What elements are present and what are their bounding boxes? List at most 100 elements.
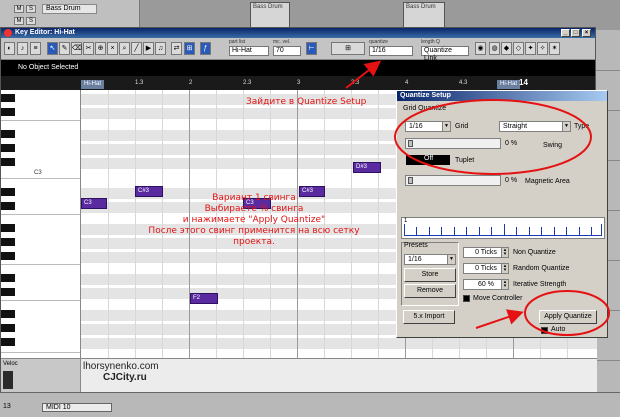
move-controller-label: Move Controller xyxy=(473,295,523,302)
draw-icon[interactable]: ✎ xyxy=(59,42,70,55)
magnetic-slider-handle[interactable] xyxy=(408,177,413,184)
tool-5-icon[interactable]: ✶ xyxy=(549,42,560,55)
quantize-grid-display[interactable]: 1 xyxy=(401,217,605,239)
import-button[interactable]: 5.x Import xyxy=(403,310,455,324)
tool-4-icon[interactable]: ✧ xyxy=(537,42,548,55)
object-selection-icon[interactable]: ↖ xyxy=(47,42,58,55)
annotation-line: и нажимаете "Apply Quantize" xyxy=(182,215,326,225)
solo-button-2[interactable]: S xyxy=(26,17,36,25)
annotation-line: После этого свинг применится на всю сетк… xyxy=(148,226,360,247)
glue-icon[interactable]: ⊕ xyxy=(95,42,106,55)
note-dsharp3[interactable]: D#3 xyxy=(353,162,381,173)
spin-arrows-icon[interactable]: ▴ ▾ xyxy=(501,264,508,273)
iterative-strength-spin[interactable]: 60 % ▴ ▾ xyxy=(463,279,509,290)
tool-1-icon[interactable]: ◆ xyxy=(501,42,512,55)
settings-icon[interactable]: ◍ xyxy=(489,42,500,55)
close-icon[interactable]: × xyxy=(582,29,591,37)
annotation-go-to-quantize: Зайдите в Quantize Setup xyxy=(246,97,367,107)
magnetic-area-slider[interactable] xyxy=(405,175,501,186)
presets-label: Presets xyxy=(404,242,428,249)
note-f2[interactable]: F2 xyxy=(190,293,218,304)
spin-arrows-icon[interactable]: ▴ ▾ xyxy=(501,280,508,289)
ruler[interactable]: Hi-Hat 1.3 2 2.3 3 3.3 4 4.3 Hi-Hat 14 xyxy=(1,76,595,90)
note-c3-1[interactable]: C3 xyxy=(81,198,107,209)
step-input-icon[interactable]: ⊢ xyxy=(306,42,317,55)
trim-icon[interactable]: ✂ xyxy=(83,42,94,55)
grid-label: Grid xyxy=(455,123,469,130)
preset-select[interactable]: 1/16 ▼ xyxy=(404,254,456,265)
snap-icon[interactable]: ⊞ xyxy=(184,42,195,55)
length-q-label: length Q xyxy=(421,39,440,45)
line-icon[interactable]: ╱ xyxy=(131,42,142,55)
minimize-icon[interactable]: _ xyxy=(561,29,570,37)
auto-checkbox[interactable] xyxy=(541,327,548,334)
part-list-field[interactable]: part list Hi-Hat xyxy=(229,39,269,56)
non-quantize-spin[interactable]: 0 Ticks ▴ ▾ xyxy=(463,247,509,258)
status-bar: No Object Selected xyxy=(1,60,595,76)
clip-bass-drum-2[interactable]: Bass Drum xyxy=(403,2,445,28)
tuplet-select[interactable]: Off xyxy=(406,155,450,165)
random-quantize-spin[interactable]: 0 Ticks ▴ ▾ xyxy=(463,263,509,274)
tuplet-label: Tuplet xyxy=(455,157,475,164)
spin-arrows-icon[interactable]: ▴ ▾ xyxy=(501,248,508,257)
midi-channel-field[interactable]: MIDI 10 xyxy=(42,403,112,412)
track-name[interactable]: Bass Drum xyxy=(42,4,97,14)
tool-2-icon[interactable]: ◇ xyxy=(513,42,524,55)
zoom-icon[interactable]: ⌕ xyxy=(119,42,130,55)
mc-vel-label: mc. vel. xyxy=(273,39,291,45)
quantize-select[interactable]: 1/16 xyxy=(369,46,413,56)
swing-slider[interactable] xyxy=(405,138,501,149)
apply-quantize-button[interactable]: Apply Quantize xyxy=(539,310,597,324)
remove-button[interactable]: Remove xyxy=(404,284,456,298)
magnetic-value: 0 % xyxy=(505,177,518,184)
arrange-track-bass-drum[interactable]: M S Bass Drum M S xyxy=(0,0,140,30)
listen-icon[interactable]: ♪ xyxy=(17,42,28,55)
play-icon[interactable]: ▶ xyxy=(143,42,154,55)
erase-icon[interactable]: ⌫ xyxy=(71,42,82,55)
scrub-icon[interactable]: ♫ xyxy=(155,42,166,55)
chevron-down-icon: ▼ xyxy=(447,255,455,264)
ruler-tick-label: 2 xyxy=(189,80,193,86)
annotation-line: Выбираете % свинга xyxy=(204,204,304,214)
mc-vel-field[interactable]: mc. vel. 70 xyxy=(273,39,301,56)
type-label: Type xyxy=(574,123,590,130)
solo-button[interactable]: S xyxy=(26,5,36,13)
piano-c3-label: C3 xyxy=(34,170,42,176)
grid-type-icon[interactable]: ⊞ xyxy=(331,42,365,55)
quantize-field[interactable]: quantize 1/16 xyxy=(369,39,413,56)
chevron-down-icon: ▼ xyxy=(562,122,570,131)
length-q-select[interactable]: Quantize Link xyxy=(421,46,469,62)
type-select[interactable]: Straight ▼ xyxy=(499,121,571,132)
mute-tool-icon[interactable]: × xyxy=(107,42,118,55)
swing-slider-handle[interactable] xyxy=(408,140,413,147)
track-number: 13 xyxy=(3,403,11,410)
ai-knob-icon[interactable]: ◉ xyxy=(475,42,486,55)
swing-value: 0 % xyxy=(505,140,518,147)
show-info-icon[interactable]: ≡ xyxy=(30,42,41,55)
clip-bass-drum-1[interactable]: Bass Drum xyxy=(250,2,290,28)
iterative-strength-value: 60 % xyxy=(478,281,494,288)
solo-editor-icon[interactable]: ◐ xyxy=(4,42,15,55)
watermark: lhorsynenko.com CJCity.ru xyxy=(83,361,159,383)
mc-vel-select[interactable]: 70 xyxy=(273,46,301,56)
velocity-label: Veloc xyxy=(3,361,18,367)
color-icon[interactable]: ƒ xyxy=(200,42,211,55)
length-q-field[interactable]: length Q Quantize Link xyxy=(421,39,469,62)
quantize-label: quantize xyxy=(369,39,388,45)
autoscroll-icon[interactable]: ⇄ xyxy=(171,42,182,55)
part-list-select[interactable]: Hi-Hat xyxy=(229,46,269,56)
part-tag-left: Hi-Hat xyxy=(81,80,105,89)
ruler-tick-label: 4.3 xyxy=(459,80,468,86)
mute-button[interactable]: M xyxy=(14,5,24,13)
random-quantize-value: 0 Ticks xyxy=(475,265,497,272)
type-select-value: Straight xyxy=(503,123,528,130)
store-button[interactable]: Store xyxy=(404,268,456,282)
move-controller-checkbox[interactable] xyxy=(463,295,470,302)
mute-button-2[interactable]: M xyxy=(14,17,24,25)
grid-select[interactable]: 1/16 ▼ xyxy=(405,121,451,132)
maximize-icon[interactable]: □ xyxy=(571,29,580,37)
quantize-setup-dialog: Quantize Setup Grid Quantize 1/16 ▼ Grid … xyxy=(396,90,608,338)
piano-keyboard[interactable]: C3 xyxy=(1,90,81,358)
tool-3-icon[interactable]: ✦ xyxy=(525,42,536,55)
auto-label: Auto xyxy=(551,326,566,333)
